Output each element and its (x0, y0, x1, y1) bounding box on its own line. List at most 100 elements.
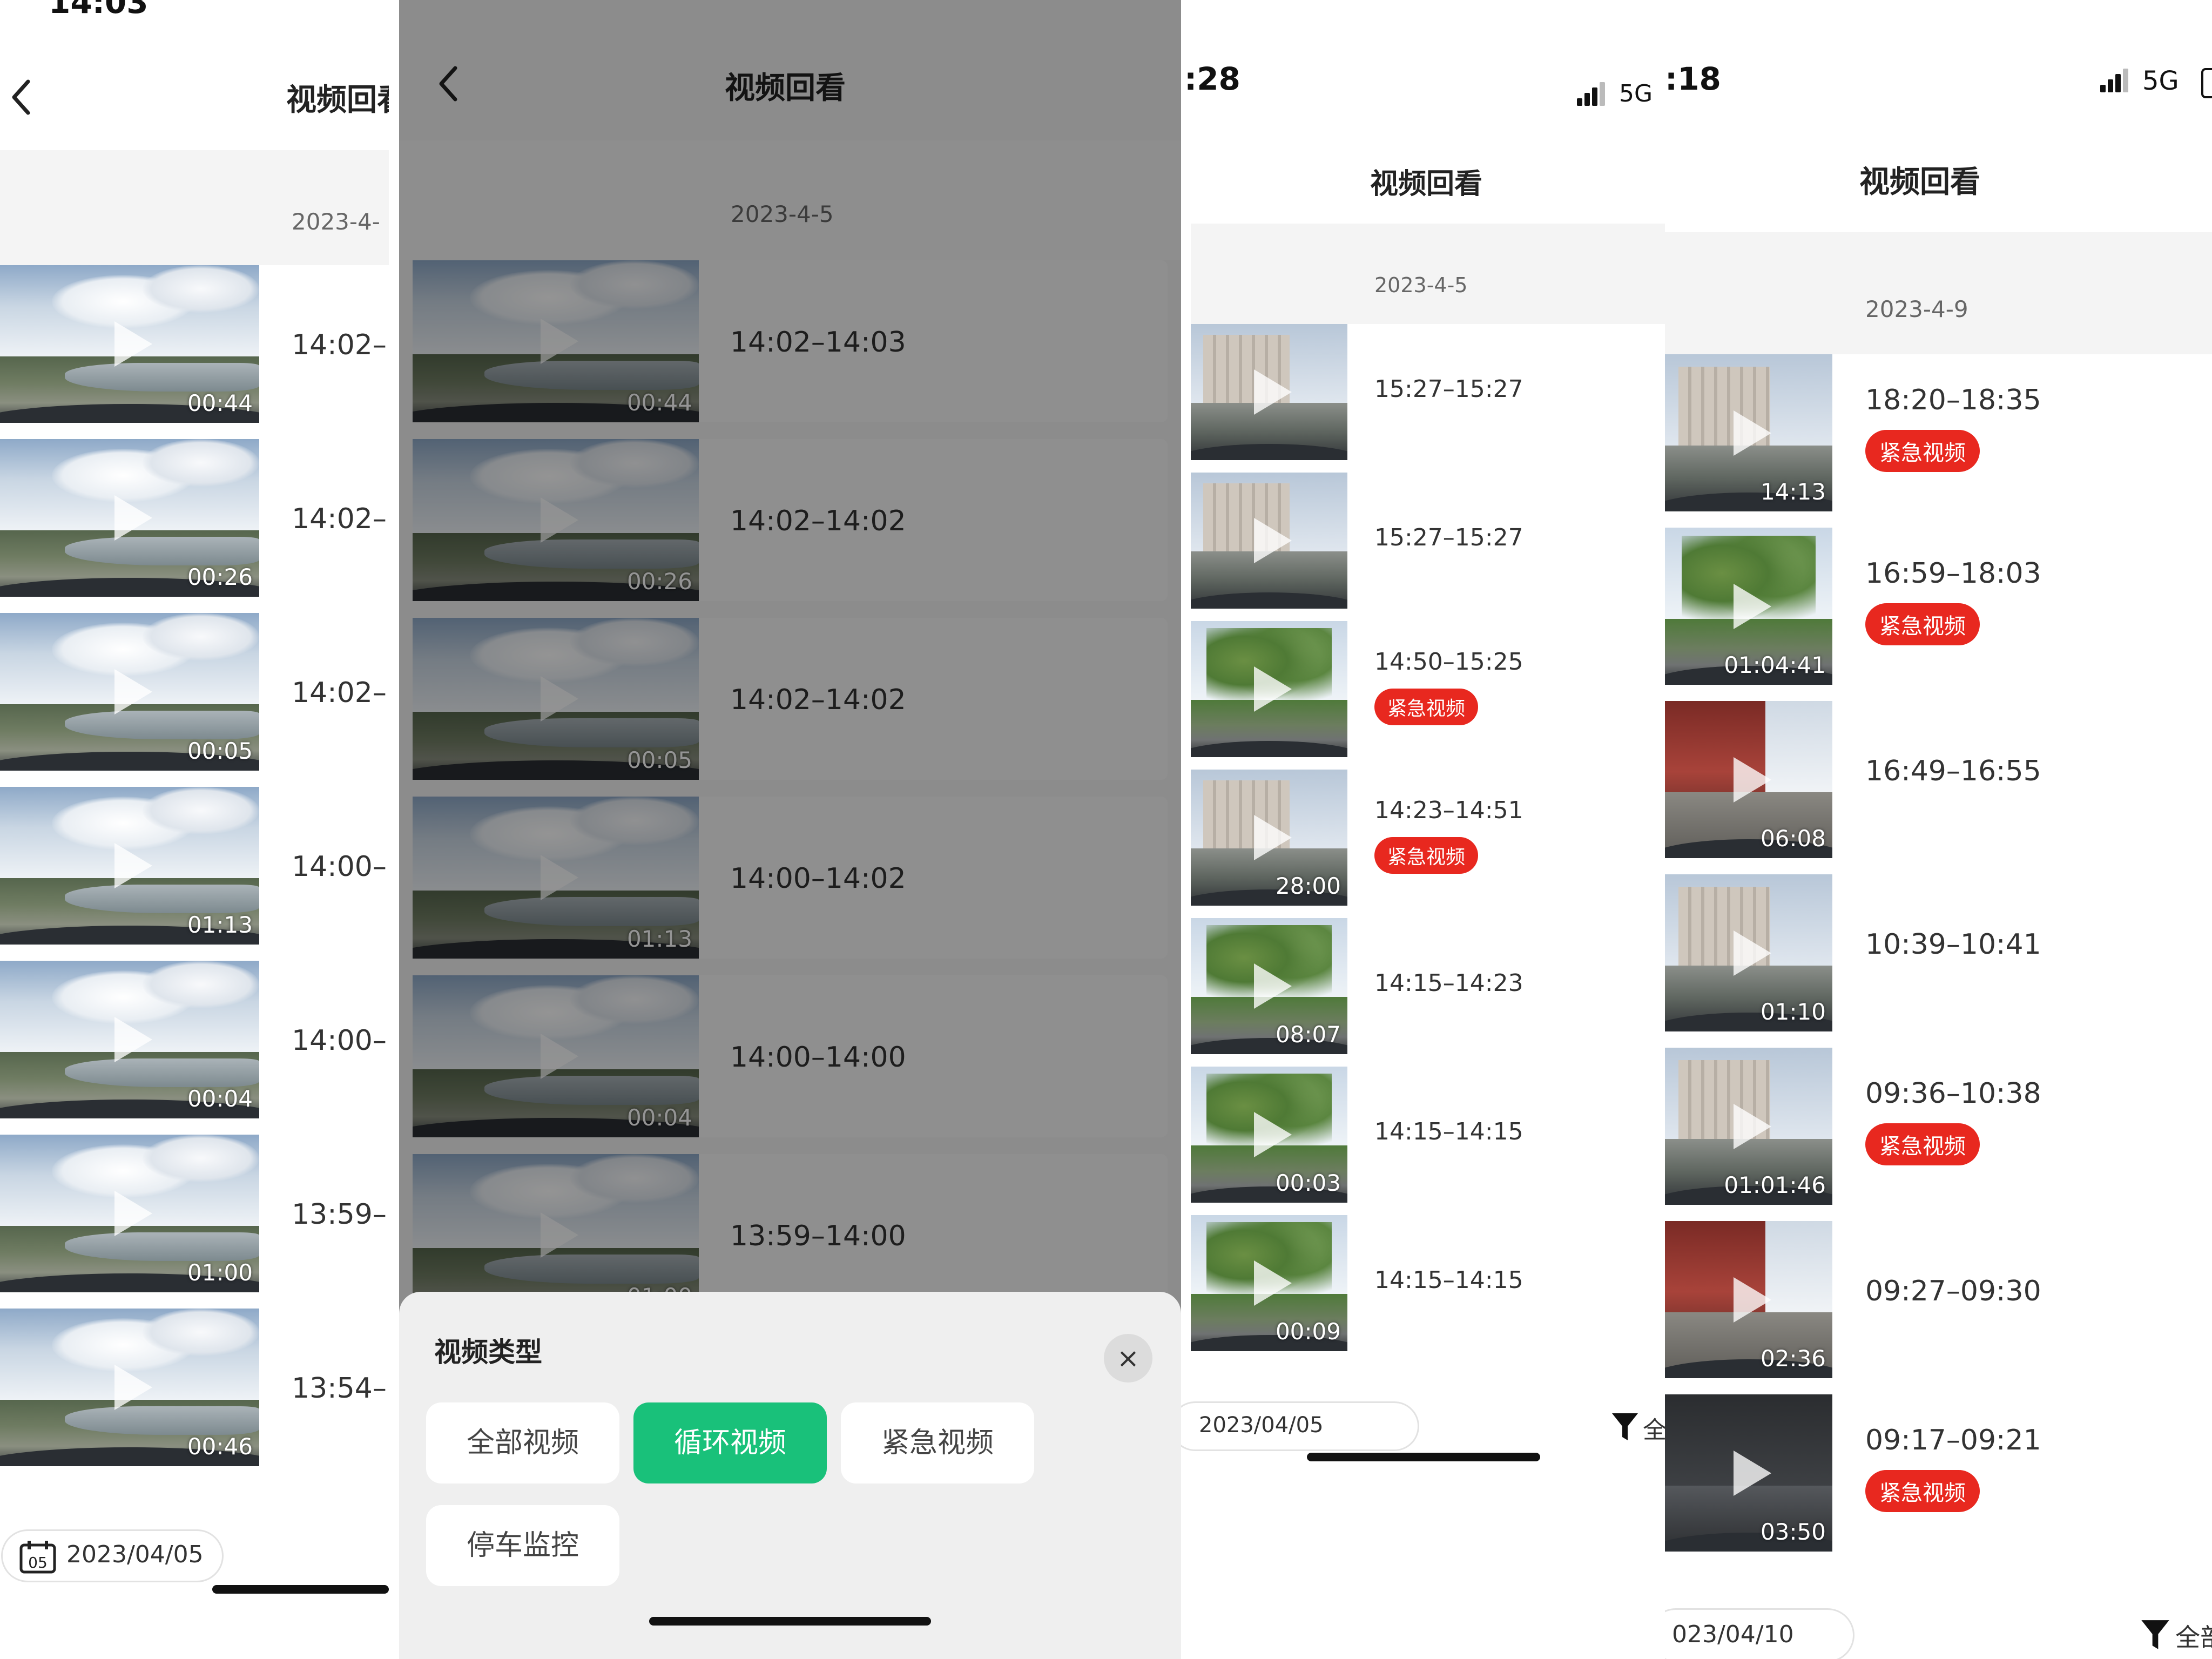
video-duration: 00:03 (1275, 1170, 1341, 1196)
emergency-badge: 紧急视频 (1865, 603, 1980, 645)
video-duration: 00:46 (187, 1433, 253, 1460)
video-list-item[interactable]: 14:50–15:25 紧急视频 (1181, 621, 1665, 757)
date-pill-text: 023/04/10 (1672, 1621, 1794, 1648)
video-list-item[interactable]: 08:07 14:15–14:23 (1181, 918, 1665, 1054)
video-duration: 00:04 (187, 1085, 253, 1112)
video-thumbnail[interactable]: 28:00 (1191, 770, 1347, 906)
filter-label[interactable]: 全 (1643, 1411, 1665, 1445)
video-thumbnail[interactable]: 00:26 (0, 439, 259, 597)
play-icon (1254, 369, 1292, 415)
video-thumbnail[interactable]: 00:09 (1191, 1215, 1347, 1351)
video-list-item[interactable]: 00:03 14:15–14:15 (1181, 1067, 1665, 1203)
play-icon (1254, 963, 1292, 1009)
emergency-badge: 紧急视频 (1865, 1470, 1980, 1512)
video-list-item[interactable]: 15:27–15:27 (1181, 473, 1665, 609)
home-indicator (212, 1585, 389, 1594)
video-time-range: 14:02–1 (292, 503, 389, 535)
screen-3: :28 5G 视频回看 2023-4-5 15:27–15:27 15:27–15… (1181, 0, 1665, 1659)
video-thumbnail[interactable]: 00:46 (0, 1309, 259, 1466)
video-thumbnail[interactable]: 01:01:46 (1665, 1048, 1832, 1205)
date-label: 2023-4-5 (1374, 273, 1468, 297)
video-list-item[interactable]: 01:01:46 09:36–10:38 紧急视频 (1665, 1048, 2212, 1205)
option-loop-videos[interactable]: 循环视频 (633, 1402, 827, 1483)
video-time-range: 14:02–1 (292, 677, 389, 709)
page-title: 视频回看 (286, 83, 389, 118)
play-icon (1734, 1450, 1771, 1496)
video-list-item[interactable]: 03:50 09:17–09:21 紧急视频 (1665, 1394, 2212, 1552)
status-time: :18 (1665, 60, 1721, 97)
video-thumbnail[interactable]: 01:04:41 (1665, 528, 1832, 685)
video-time-range: 09:17–09:21 (1865, 1424, 2041, 1456)
video-thumbnail[interactable]: 08:07 (1191, 918, 1347, 1054)
option-emergency-videos[interactable]: 紧急视频 (841, 1402, 1034, 1483)
date-picker-button[interactable]: 023/04/10 (1665, 1608, 1854, 1659)
video-list-item[interactable]: 06:08 16:49–16:55 (1665, 701, 2212, 858)
video-list-item[interactable]: 00:05 14:02–1 (0, 613, 389, 771)
video-thumbnail[interactable]: 00:44 (0, 265, 259, 423)
video-thumbnail[interactable] (1191, 621, 1347, 757)
video-list-item[interactable]: 02:36 09:27–09:30 (1665, 1221, 2212, 1378)
video-list-item[interactable]: 01:13 14:00–1 (0, 787, 389, 945)
video-duration: 06:08 (1760, 825, 1826, 852)
status-time: :28 (1184, 60, 1240, 97)
video-list-item[interactable]: 00:04 14:00–1 (0, 961, 389, 1118)
video-time-range: 14:00–1 (292, 851, 389, 883)
video-thumbnail[interactable]: 00:05 (0, 613, 259, 771)
play-icon (1734, 930, 1771, 976)
video-thumbnail[interactable]: 03:50 (1665, 1394, 1832, 1552)
video-thumbnail[interactable]: 01:10 (1665, 874, 1832, 1031)
filter-icon[interactable] (2140, 1619, 2170, 1651)
date-picker-button[interactable]: 2023/04/05 (1181, 1401, 1419, 1451)
video-duration: 00:09 (1275, 1318, 1341, 1345)
video-list-item[interactable]: 14:13 18:20–18:35 紧急视频 (1665, 354, 2212, 511)
close-button[interactable]: × (1104, 1334, 1152, 1382)
video-thumbnail[interactable]: 01:13 (0, 787, 259, 945)
video-list-item[interactable]: 15:27–15:27 (1181, 324, 1665, 460)
video-list-item[interactable]: 00:44 14:02–1 (0, 265, 389, 423)
option-all-videos[interactable]: 全部视频 (426, 1402, 619, 1483)
video-thumbnail[interactable] (1191, 324, 1347, 460)
play-icon (114, 669, 152, 714)
back-chevron-icon[interactable] (10, 78, 31, 116)
calendar-day: 05 (28, 1554, 48, 1572)
emergency-badge: 紧急视频 (1865, 430, 1980, 472)
video-list-item[interactable]: 00:26 14:02–1 (0, 439, 389, 597)
video-thumbnail[interactable] (1191, 473, 1347, 609)
video-thumbnail[interactable]: 06:08 (1665, 701, 1832, 858)
play-icon (1254, 1260, 1292, 1306)
date-label: 2023-4-9 (1865, 296, 1968, 322)
video-thumbnail[interactable]: 02:36 (1665, 1221, 1832, 1378)
date-header: 2023-4- (0, 150, 389, 265)
video-thumbnail[interactable]: 14:13 (1665, 354, 1832, 511)
video-list-item[interactable]: 28:00 14:23–14:51 紧急视频 (1181, 770, 1665, 906)
date-header: 2023-4-9 (1665, 232, 2212, 354)
video-time-range: 16:59–18:03 (1865, 557, 2041, 590)
play-icon (114, 1017, 152, 1062)
video-time-range: 14:15–14:15 (1374, 1118, 1523, 1145)
date-picker-button[interactable]: 05 2023/04/05 (1, 1529, 224, 1582)
filter-icon[interactable] (1611, 1412, 1639, 1442)
sheet-title: 视频类型 (434, 1337, 542, 1368)
video-duration: 01:13 (187, 912, 253, 938)
video-time-range: 09:27–09:30 (1865, 1275, 2041, 1307)
video-thumbnail[interactable]: 00:04 (0, 961, 259, 1118)
video-list-item[interactable]: 01:10 10:39–10:41 (1665, 874, 2212, 1031)
video-type-sheet: 视频类型 × 全部视频 循环视频 紧急视频 停车监控 (399, 1292, 1181, 1659)
play-icon (1254, 815, 1292, 860)
video-duration: 02:36 (1760, 1345, 1826, 1372)
video-thumbnail[interactable]: 01:00 (0, 1135, 259, 1292)
option-parking-monitor[interactable]: 停车监控 (426, 1505, 619, 1586)
play-icon (1254, 518, 1292, 563)
video-time-range: 15:27–15:27 (1374, 524, 1523, 551)
video-duration: 01:10 (1760, 999, 1826, 1025)
play-icon (114, 843, 152, 888)
video-list-item[interactable]: 00:46 13:54–1 (0, 1309, 389, 1466)
filter-label[interactable]: 全部 (2175, 1618, 2212, 1654)
video-list-item[interactable]: 00:09 14:15–14:15 (1181, 1215, 1665, 1351)
video-list-item[interactable]: 01:00 13:59–1 (0, 1135, 389, 1292)
play-icon (1734, 410, 1771, 456)
video-list-item[interactable]: 01:04:41 16:59–18:03 紧急视频 (1665, 528, 2212, 685)
video-duration: 08:07 (1275, 1021, 1341, 1048)
video-thumbnail[interactable]: 00:03 (1191, 1067, 1347, 1203)
video-duration: 14:13 (1760, 478, 1826, 505)
